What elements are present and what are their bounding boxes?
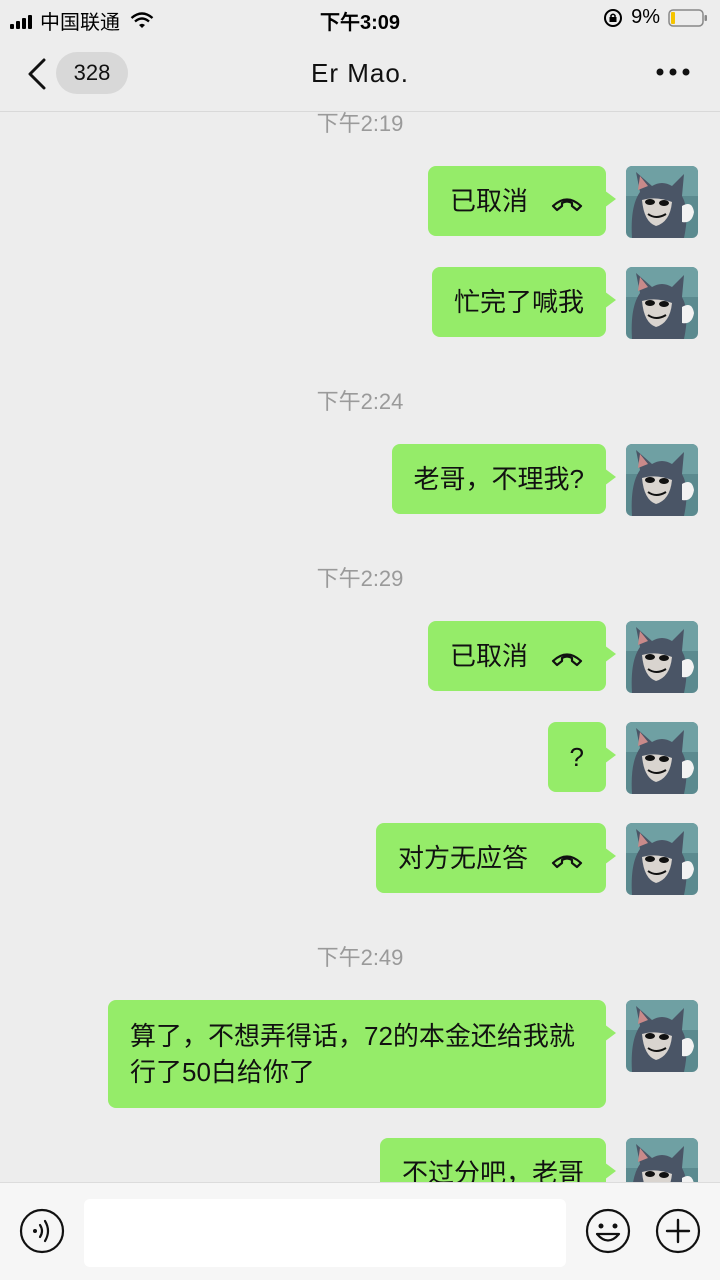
call-cancelled-bubble[interactable]: 已取消 <box>427 166 617 236</box>
message-text: 不过分吧，老哥 <box>401 1158 584 1182</box>
message-text: ? <box>569 742 584 772</box>
timestamp: 下午2:49 <box>316 945 404 970</box>
timestamp: 下午2:19 <box>316 112 404 136</box>
status-bar: 中国联通 下午3:09 9% <box>0 0 720 36</box>
battery-percent: 9% <box>631 6 660 28</box>
message-text: 已取消 <box>449 186 528 216</box>
status-right: 9% <box>603 6 708 29</box>
more-icon[interactable] <box>656 68 690 76</box>
avatar[interactable] <box>626 823 698 895</box>
message-text: 算了，不想弄得话，72的本金还给我就行了50白给你了 <box>130 1021 575 1087</box>
chat-area[interactable]: 下午2:19 已取消 忙完了喊我 下午2:24 老哥，不理我? 下午2:29 已… <box>0 112 720 1182</box>
avatar[interactable] <box>626 166 698 238</box>
phone-hangup-icon <box>551 198 583 212</box>
input-bar <box>0 1182 720 1280</box>
message-bubble[interactable]: 不过分吧，老哥 <box>379 1138 617 1182</box>
nav-bar: 328 Er Mao. <box>0 36 720 112</box>
avatar[interactable] <box>626 1000 698 1072</box>
chat-title: Er Mao. <box>310 58 410 88</box>
message-bubble[interactable]: 忙完了喊我 <box>431 267 617 337</box>
message-text: 忙完了喊我 <box>453 287 584 317</box>
message-text: 对方无应答 <box>397 843 528 873</box>
message-input[interactable] <box>84 1199 566 1267</box>
message-text: 已取消 <box>449 641 528 671</box>
avatar[interactable] <box>626 1138 698 1182</box>
avatar[interactable] <box>626 267 698 339</box>
message-text: 老哥，不理我? <box>413 464 584 494</box>
avatar[interactable] <box>626 722 698 794</box>
emoji-icon[interactable] <box>584 1207 632 1255</box>
call-no-answer-bubble[interactable]: 对方无应答 <box>375 823 617 893</box>
plus-icon[interactable] <box>654 1207 702 1255</box>
voice-icon[interactable] <box>18 1207 66 1255</box>
timestamp: 下午2:29 <box>316 566 404 591</box>
battery-icon <box>668 8 707 27</box>
message-bubble[interactable]: 老哥，不理我? <box>391 444 617 514</box>
avatar[interactable] <box>626 444 698 516</box>
message-bubble[interactable]: ? <box>547 722 617 792</box>
phone-hangup-icon <box>551 653 583 667</box>
rotation-lock-icon <box>604 8 623 27</box>
call-cancelled-bubble[interactable]: 已取消 <box>427 621 617 691</box>
timestamp: 下午2:24 <box>316 389 404 414</box>
avatar[interactable] <box>626 621 698 693</box>
message-bubble[interactable]: 算了，不想弄得话，72的本金还给我就行了50白给你了 <box>108 1000 616 1108</box>
phone-hangup-icon <box>551 855 583 869</box>
